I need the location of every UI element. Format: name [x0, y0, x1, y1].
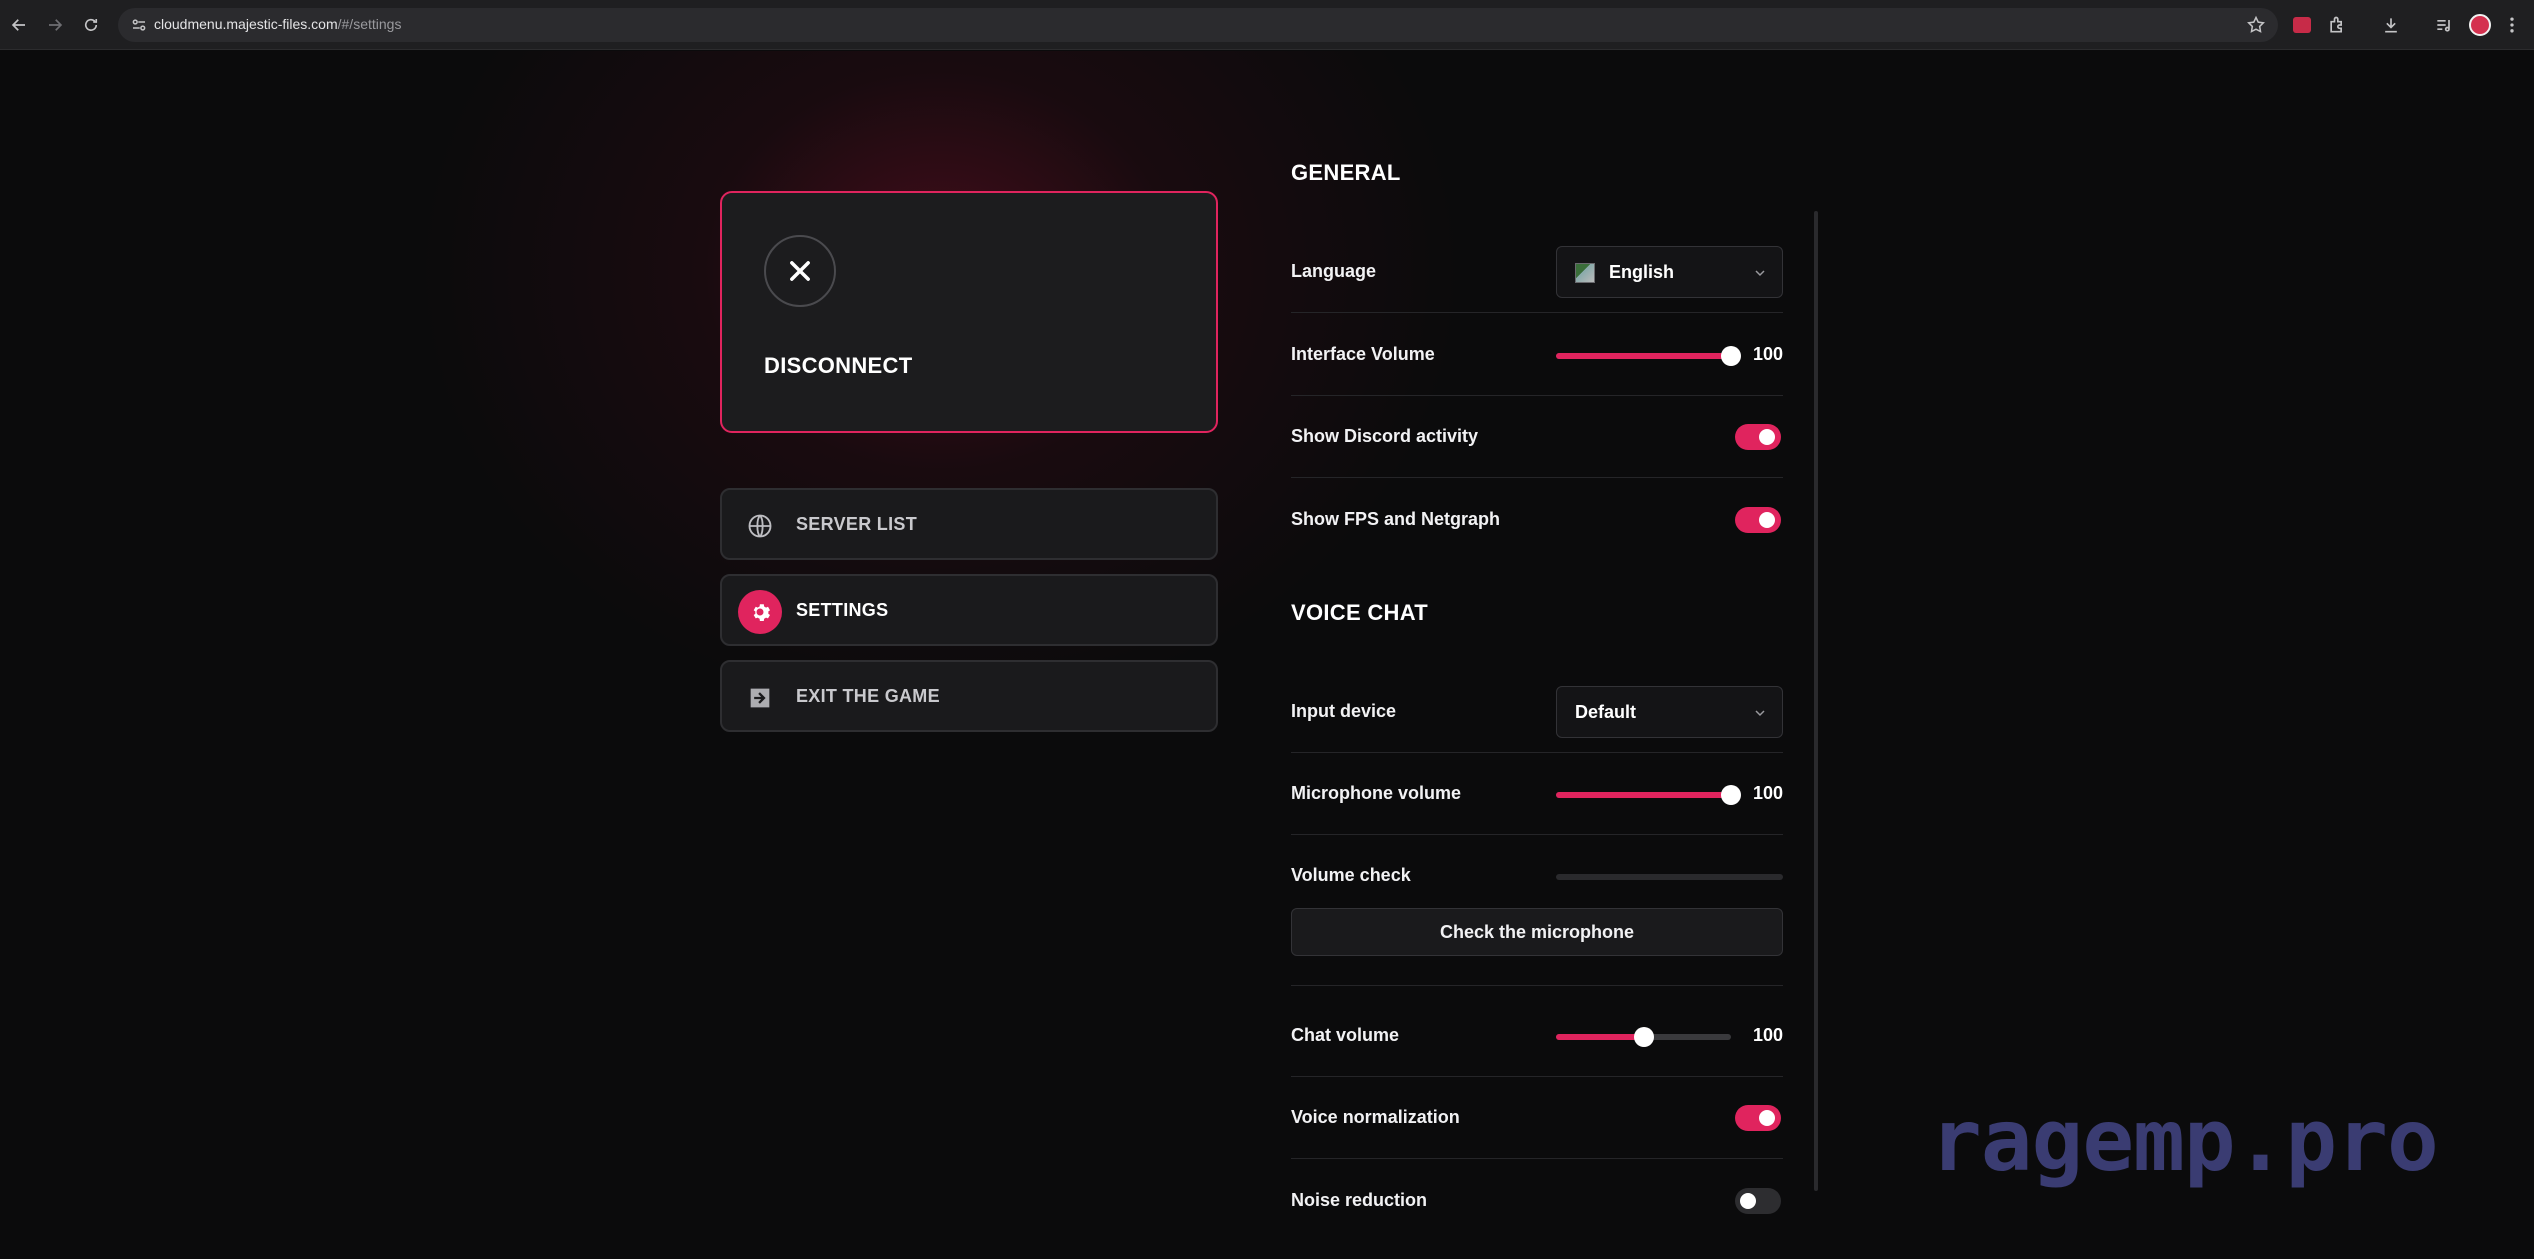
setting-voice-normalization: Voice normalization — [1291, 1077, 1783, 1159]
menu-item-server-list[interactable]: SERVER LIST — [720, 488, 1218, 560]
download-icon[interactable] — [2379, 13, 2403, 37]
setting-fps-netgraph: Show FPS and Netgraph — [1291, 479, 1783, 561]
setting-chat-volume: Chat volume 100 — [1291, 995, 1783, 1077]
browser-toolbar: cloudmenu.majestic-files.com/#/settings — [0, 0, 2534, 50]
flag-icon — [1575, 263, 1595, 283]
menu-item-label: SERVER LIST — [796, 514, 917, 534]
slider-thumb[interactable] — [1721, 785, 1741, 805]
setting-language: Language English — [1291, 231, 1783, 313]
menu-item-exit-game[interactable]: EXIT THE GAME — [720, 660, 1218, 732]
reload-icon[interactable] — [76, 10, 106, 40]
menu-item-label: SETTINGS — [796, 600, 889, 620]
disconnect-button[interactable]: DISCONNECT — [720, 191, 1218, 433]
check-microphone-button[interactable]: Check the microphone — [1291, 908, 1783, 956]
more-menu-icon[interactable] — [2500, 13, 2524, 37]
section-title-voice-chat: VOICE CHAT — [1291, 600, 1429, 625]
gear-icon — [738, 590, 782, 634]
language-select[interactable]: English — [1556, 246, 1783, 298]
disconnect-label: DISCONNECT — [764, 353, 913, 378]
slider-thumb[interactable] — [1721, 346, 1741, 366]
settings-scrollbar[interactable] — [1814, 211, 1818, 1191]
voice-normalization-toggle[interactable] — [1735, 1105, 1781, 1131]
volume-level-meter — [1556, 874, 1783, 880]
extension-red-icon[interactable] — [2290, 13, 2314, 37]
bookmark-star-icon[interactable] — [2246, 15, 2266, 35]
divider — [1291, 985, 1783, 986]
chat-volume-value: 100 — [1752, 1025, 1783, 1045]
chat-volume-slider[interactable] — [1556, 1027, 1731, 1047]
media-control-icon[interactable] — [2432, 13, 2456, 37]
site-info-icon[interactable] — [130, 16, 148, 34]
setting-input-device: Input device Default — [1291, 671, 1783, 753]
profile-avatar[interactable] — [2468, 13, 2492, 37]
url-text: cloudmenu.majestic-files.com/#/settings — [154, 16, 402, 32]
interface-volume-slider[interactable] — [1556, 346, 1741, 366]
section-title-general: GENERAL — [1291, 160, 1401, 185]
chevron-down-icon — [1755, 270, 1765, 277]
discord-activity-toggle[interactable] — [1735, 424, 1781, 450]
close-icon — [764, 235, 836, 307]
game-menu-page: DISCONNECT SERVER LIST SETTINGS EXIT THE… — [0, 51, 2534, 1259]
extensions-puzzle-icon[interactable] — [2325, 13, 2349, 37]
setting-noise-reduction: Noise reduction — [1291, 1160, 1783, 1242]
menu-item-label: EXIT THE GAME — [796, 686, 940, 706]
setting-volume-check: Volume check — [1291, 835, 1783, 917]
forward-icon[interactable] — [40, 10, 70, 40]
globe-icon — [738, 504, 782, 548]
setting-interface-volume: Interface Volume 100 — [1291, 314, 1783, 396]
slider-thumb[interactable] — [1633, 1027, 1654, 1047]
exit-icon — [738, 676, 782, 720]
input-device-select[interactable]: Default — [1556, 686, 1783, 738]
watermark-text: ragemp.pro — [1930, 1091, 2439, 1191]
microphone-volume-value: 100 — [1752, 783, 1783, 803]
address-bar[interactable]: cloudmenu.majestic-files.com/#/settings — [118, 8, 2278, 42]
menu-item-settings[interactable]: SETTINGS — [720, 574, 1218, 646]
back-icon[interactable] — [4, 10, 34, 40]
interface-volume-value: 100 — [1752, 344, 1783, 364]
setting-microphone-volume: Microphone volume 100 — [1291, 753, 1783, 835]
chevron-down-icon — [1755, 710, 1765, 717]
microphone-volume-slider[interactable] — [1556, 785, 1741, 805]
noise-reduction-toggle[interactable] — [1735, 1188, 1781, 1214]
fps-netgraph-toggle[interactable] — [1735, 507, 1781, 533]
setting-discord-activity: Show Discord activity — [1291, 396, 1783, 478]
